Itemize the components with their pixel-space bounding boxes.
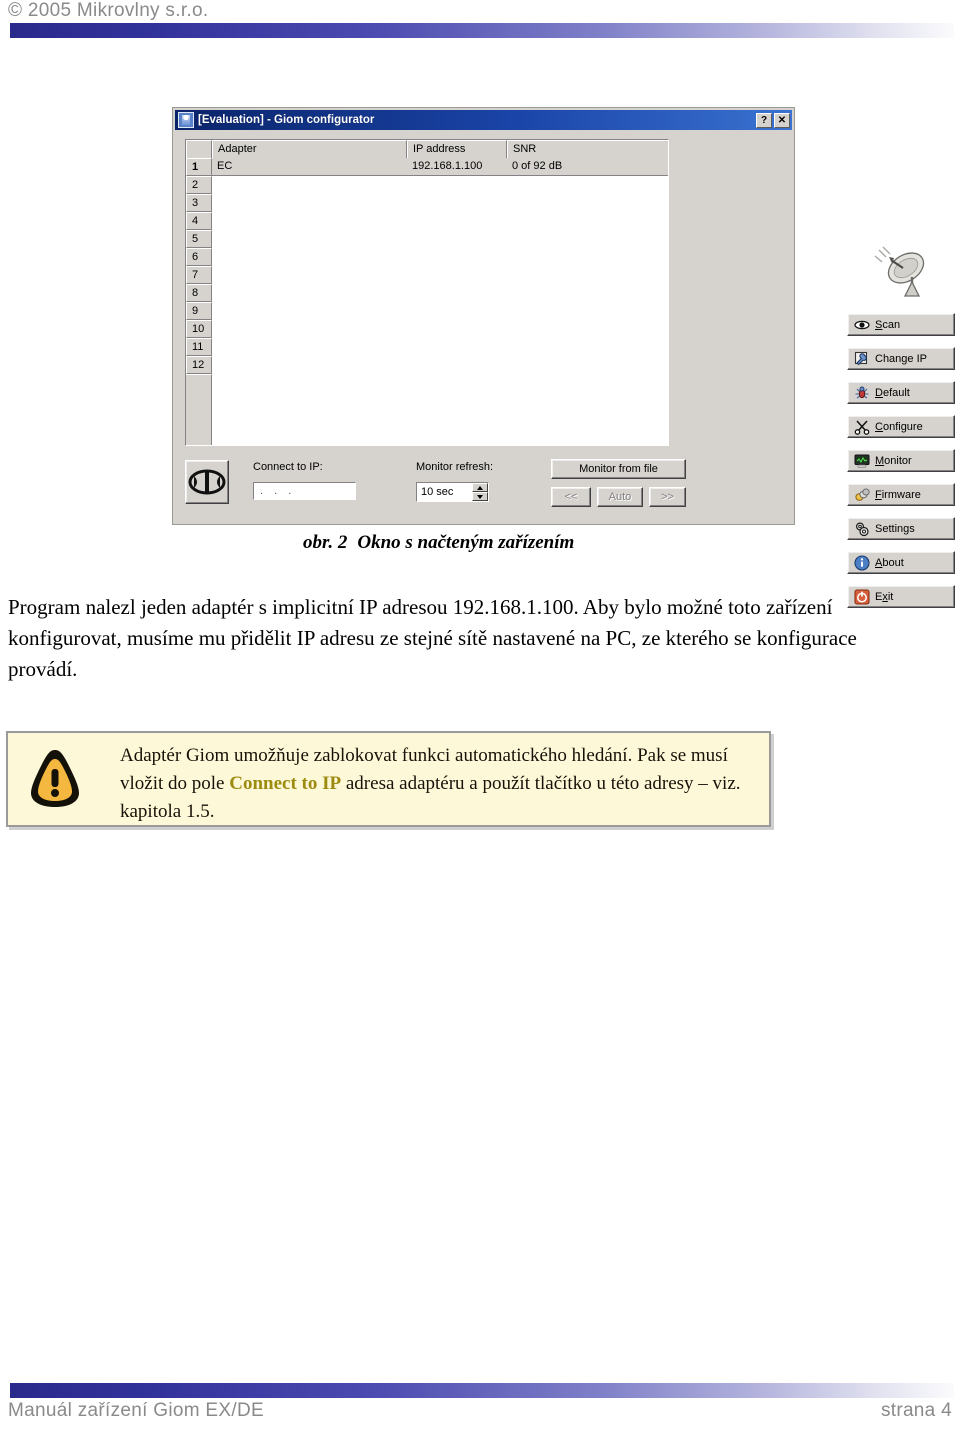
default-button-label: Default xyxy=(875,386,910,399)
wrench-icon xyxy=(854,351,870,367)
help-icon[interactable]: ? xyxy=(756,112,772,128)
list-gutter-filler xyxy=(186,374,212,445)
column-header-ip-address[interactable]: IP address xyxy=(407,140,507,158)
satellite-dish-icon xyxy=(873,246,935,306)
figure-caption-number: obr. 2 xyxy=(303,532,348,553)
app-icon xyxy=(178,112,194,128)
row-index[interactable]: 2 xyxy=(186,176,212,194)
row-index[interactable]: 9 xyxy=(186,302,212,320)
body-paragraph: Program nalezl jeden adaptér s implicitn… xyxy=(8,595,857,681)
copyright-text: © 2005 Mikrovlny s.r.o. xyxy=(8,0,209,21)
column-header-adapter[interactable]: Adapter xyxy=(212,140,407,158)
footer-document-title: Manuál zařízení Giom EX/DE xyxy=(8,1400,264,1421)
monitor-icon xyxy=(854,453,870,469)
row-index[interactable]: 10 xyxy=(186,320,212,338)
connect-to-ip-label: Connect to IP: xyxy=(253,461,323,473)
footer-page-number: strana 4 xyxy=(880,1400,952,1421)
titlebar-buttons: ? ✕ xyxy=(756,112,790,128)
note-highlight-connect-to-ip: Connect to IP xyxy=(229,773,342,794)
monitor-refresh-label: Monitor refresh: xyxy=(416,461,494,473)
chip-icon xyxy=(854,487,870,503)
row-index[interactable]: 1 xyxy=(186,158,212,176)
bug-icon xyxy=(854,385,870,401)
monitor-refresh-value: 10 sec xyxy=(421,486,454,498)
row-index[interactable]: 7 xyxy=(186,266,212,284)
footer-rule-bar xyxy=(10,1383,954,1398)
dialog-titlebar: [Evaluation] - Giom configurator ? ✕ xyxy=(175,110,792,130)
adapter-list-body: 1 EC 192.168.1.100 0 of 92 dB 2 3 4 5 6 … xyxy=(186,158,668,445)
figure-caption-text: Okno s načteným zařízením xyxy=(357,532,575,553)
configure-button[interactable]: Configure xyxy=(847,415,955,438)
change-ip-button[interactable]: Change IP xyxy=(847,347,955,370)
table-row[interactable]: 11 xyxy=(186,338,668,356)
stepper-up-icon[interactable] xyxy=(472,483,488,492)
figure-screenshot-giom-configurator: [Evaluation] - Giom configurator ? ✕ Ada… xyxy=(172,107,955,608)
row-index[interactable]: 8 xyxy=(186,284,212,302)
dialog-title: [Evaluation] - Giom configurator xyxy=(198,114,375,126)
nav-auto-button[interactable]: Auto xyxy=(597,487,643,507)
figure-caption: obr. 2 Okno s načteným zařízením xyxy=(303,532,574,554)
connector-icon-button[interactable] xyxy=(185,460,229,504)
scissors-icon xyxy=(854,419,870,435)
connect-to-ip-input[interactable]: . . . xyxy=(253,482,356,500)
table-row[interactable]: 7 xyxy=(186,266,668,284)
firmware-button-label: Firmware xyxy=(875,488,921,501)
warning-note-box: Adaptér Giom umožňuje zablokovat funkci … xyxy=(6,731,771,827)
monitor-button-label: Monitor xyxy=(875,454,912,467)
table-row[interactable]: 6 xyxy=(186,248,668,266)
table-row[interactable]: 10 xyxy=(186,320,668,338)
row-index[interactable]: 3 xyxy=(186,194,212,212)
firmware-button[interactable]: Firmware xyxy=(847,483,955,506)
column-header-snr[interactable]: SNR xyxy=(507,140,668,158)
row-index[interactable]: 12 xyxy=(186,356,212,374)
table-row[interactable]: 8 xyxy=(186,284,668,302)
table-row[interactable]: 12 xyxy=(186,356,668,374)
table-row[interactable]: 3 xyxy=(186,194,668,212)
cell-adapter: EC xyxy=(217,160,233,172)
adapter-list[interactable]: Adapter IP address SNR 1 EC 192.168.1.10… xyxy=(185,139,669,446)
default-button[interactable]: Default xyxy=(847,381,955,404)
column-header-index[interactable] xyxy=(186,140,212,158)
gears-icon xyxy=(854,521,870,537)
close-icon[interactable]: ✕ xyxy=(774,112,790,128)
cell-snr: 0 of 92 dB xyxy=(512,160,563,172)
nav-next-button[interactable]: >> xyxy=(649,487,686,507)
dialog-bottom-panel: Connect to IP: . . . Monitor refresh: 10… xyxy=(185,456,783,514)
row-index[interactable]: 5 xyxy=(186,230,212,248)
adapter-list-header: Adapter IP address SNR xyxy=(186,140,668,158)
scan-button-label: Scan xyxy=(875,318,901,331)
header-rule-bar xyxy=(10,23,954,38)
eye-icon xyxy=(854,317,870,333)
table-row[interactable]: 1 EC 192.168.1.100 0 of 92 dB xyxy=(186,158,668,176)
configure-button-label: Configure xyxy=(875,420,923,433)
scan-button[interactable]: Scan xyxy=(847,313,955,336)
row-index[interactable]: 6 xyxy=(186,248,212,266)
warning-triangle-icon xyxy=(22,747,88,811)
connector-icon xyxy=(188,469,226,495)
stepper-buttons[interactable] xyxy=(472,483,488,501)
nav-prev-button[interactable]: << xyxy=(551,487,591,507)
monitor-refresh-stepper[interactable]: 10 sec xyxy=(416,482,489,502)
about-button[interactable]: About xyxy=(847,551,955,574)
about-button-label: About xyxy=(875,556,904,569)
table-row[interactable]: 2 xyxy=(186,176,668,194)
monitor-from-file-button[interactable]: Monitor from file xyxy=(551,459,686,479)
settings-button[interactable]: Settings xyxy=(847,517,955,540)
warning-note-text: Adaptér Giom umožňuje zablokovat funkci … xyxy=(120,742,760,826)
action-button-panel: Scan Change IP Default Configure Monitor… xyxy=(847,313,955,619)
monitor-button[interactable]: Monitor xyxy=(847,449,955,472)
info-icon xyxy=(854,554,870,571)
row-index[interactable]: 11 xyxy=(186,338,212,356)
table-row[interactable]: 4 xyxy=(186,212,668,230)
settings-button-label: Settings xyxy=(875,522,915,535)
stepper-down-icon[interactable] xyxy=(472,492,488,501)
change-ip-button-label: Change IP xyxy=(875,352,927,365)
table-row[interactable]: 5 xyxy=(186,230,668,248)
table-row[interactable]: 9 xyxy=(186,302,668,320)
cell-ip-address: 192.168.1.100 xyxy=(412,160,483,172)
row-index[interactable]: 4 xyxy=(186,212,212,230)
